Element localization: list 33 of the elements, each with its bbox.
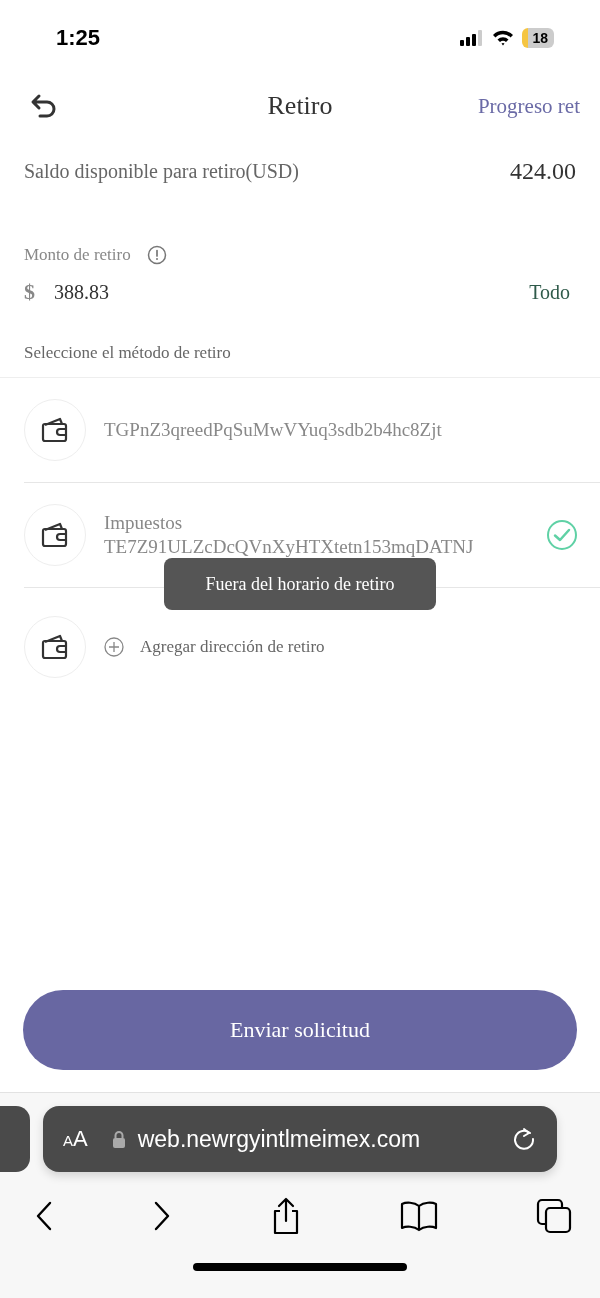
balance-label: Saldo disponible para retiro(USD) [24,160,299,183]
method-name: Impuestos [104,512,184,534]
text-size-button[interactable]: AA [63,1126,88,1152]
amount-label: Monto de retiro [24,245,131,265]
wifi-icon [492,30,515,46]
info-icon[interactable] [146,245,167,265]
currency-symbol: $ [24,279,36,305]
bookmarks-icon[interactable] [400,1200,438,1232]
signal-icon [460,30,485,46]
tab-preview[interactable] [0,1106,30,1172]
lock-icon [111,1130,126,1148]
status-time: 1:25 [56,25,101,51]
url-text: web.newrgyintlmeimex.com [137,1125,422,1153]
notice-toast: Fuera del horario de retiro [164,558,436,610]
battery-indicator: 18 [522,28,554,48]
section-title: Seleccione el método de retiro [0,305,600,378]
back-nav-icon[interactable] [34,1200,54,1232]
reload-icon[interactable] [511,1126,537,1152]
all-button[interactable]: Todo [529,280,570,304]
submit-button[interactable]: Enviar solicitud [23,990,577,1070]
add-address-label: Agregar dirección de retiro [140,637,325,657]
tabs-icon[interactable] [536,1198,572,1234]
address-row[interactable]: TGPnZ3qreedPqSuMwVYuq3sdb2b4hc8Zjt [24,378,600,483]
progress-link[interactable]: Progreso ret [477,93,580,119]
wallet-address: TGPnZ3qreedPqSuMwVYuq3sdb2b4hc8Zjt [104,419,443,441]
amount-field[interactable]: 388.83 [54,280,530,304]
plus-icon [104,637,124,657]
page-title: Retiro [267,91,333,121]
check-icon [546,519,578,551]
wallet-address: TE7Z91ULZcDcQVnXyHTXtetn153mqDATNJ [104,536,475,558]
forward-nav-icon[interactable] [152,1200,172,1232]
address-bar[interactable]: AA web.newrgyintlmeimex.com [43,1106,557,1172]
balance-value: 424.00 [510,158,576,185]
